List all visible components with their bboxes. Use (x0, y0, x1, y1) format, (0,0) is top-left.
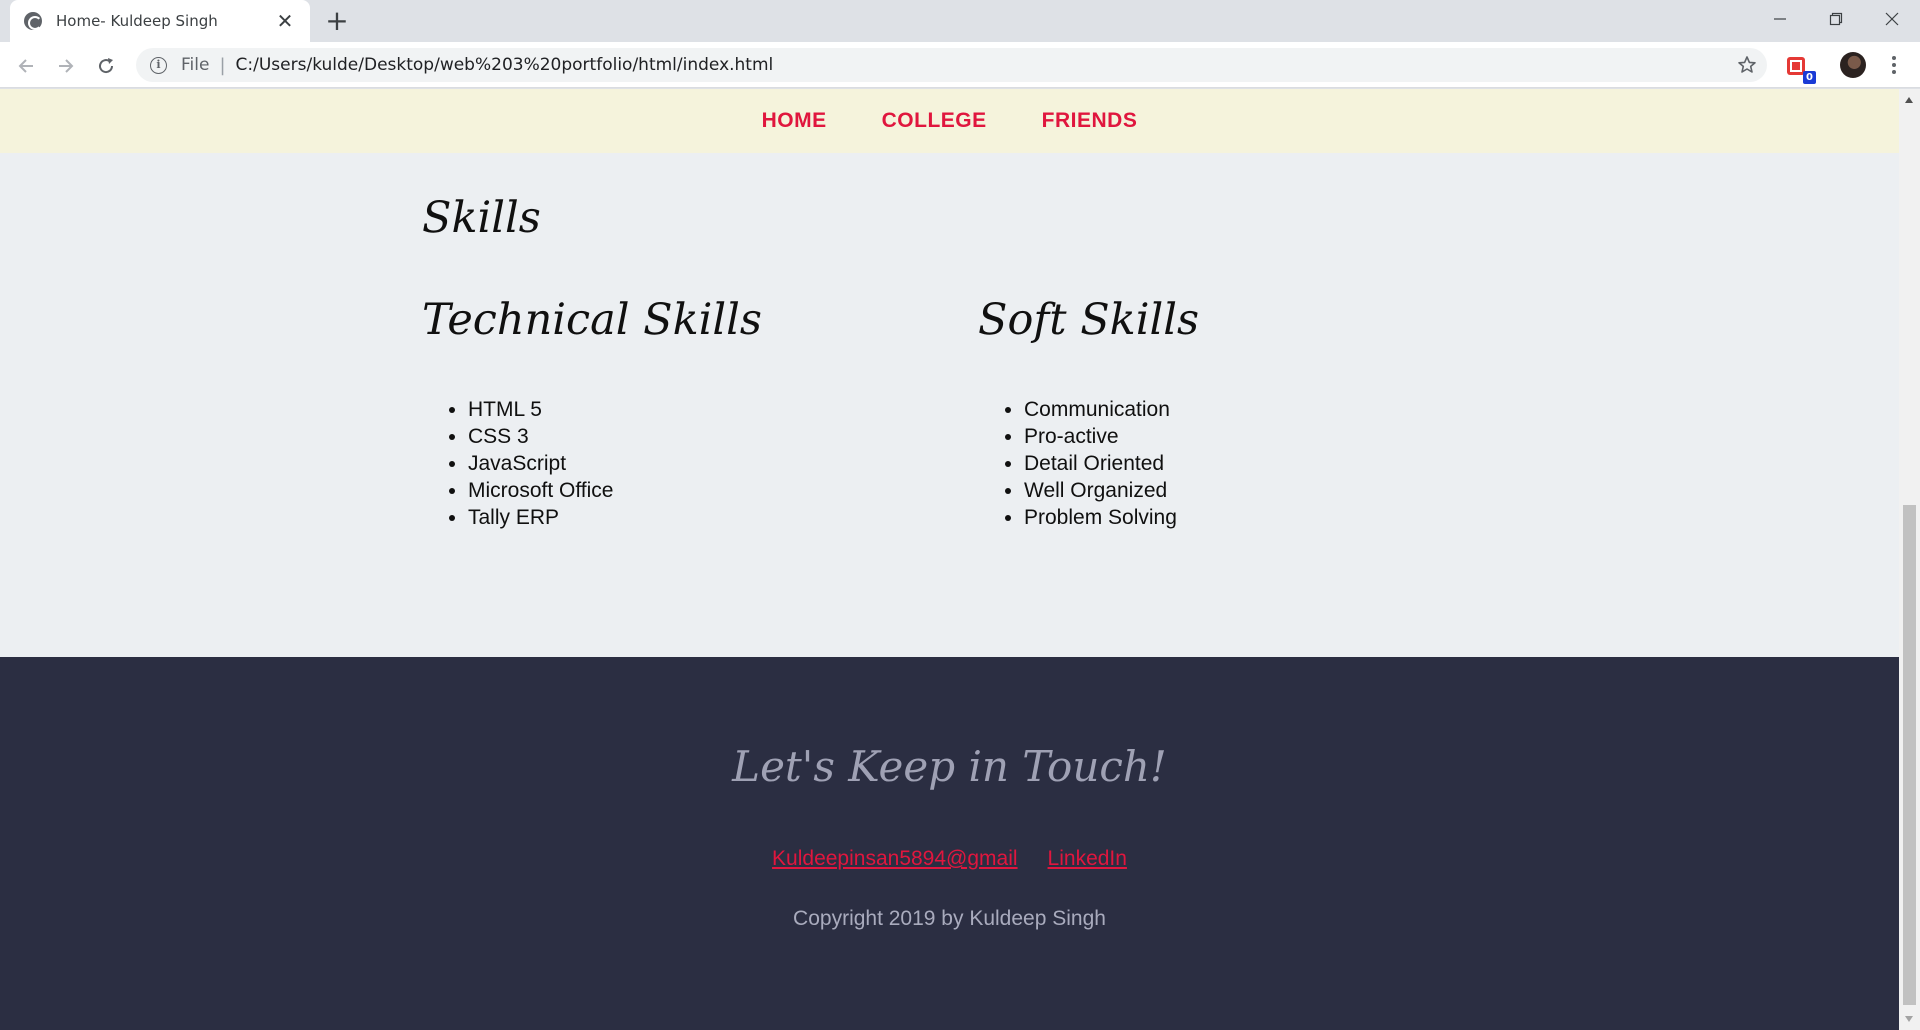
bookmark-star-button[interactable] (1727, 48, 1767, 82)
skills-section: Skills Technical Skills HTML 5 CSS 3 Jav… (0, 153, 1899, 657)
close-icon (1885, 12, 1899, 26)
restore-icon (1829, 12, 1843, 26)
list-item: HTML 5 (468, 396, 613, 423)
list-item: Problem Solving (1024, 504, 1177, 531)
url-text[interactable]: C:/Users/kulde/Desktop/web%203%20portfol… (236, 55, 774, 75)
web-page: HOME COLLEGE FRIENDS Skills Technical Sk… (0, 89, 1899, 1030)
scroll-up-arrow-icon[interactable] (1905, 97, 1913, 103)
site-navbar: HOME COLLEGE FRIENDS (0, 89, 1899, 153)
copyright-text: Copyright 2019 by Kuldeep Singh (793, 907, 1106, 930)
tab-title: Home- Kuldeep Singh (56, 12, 218, 30)
close-tab-icon[interactable]: ✕ (274, 9, 296, 33)
list-item: Well Organized (1024, 477, 1177, 504)
nav-friends-link[interactable]: FRIENDS (1042, 109, 1138, 133)
vertical-scrollbar[interactable] (1899, 89, 1920, 1030)
footer-links: Kuldeepinsan5894@gmail LinkedIn (0, 847, 1899, 871)
email-link[interactable]: Kuldeepinsan5894@gmail (772, 847, 1018, 871)
browser-menu-button[interactable] (1882, 50, 1906, 80)
extension-badge: 0 (1803, 71, 1816, 84)
address-separator: | (219, 54, 226, 76)
footer-heading: Let's Keep in Touch! (732, 742, 1167, 791)
site-footer: Let's Keep in Touch! Kuldeepinsan5894@gm… (0, 657, 1899, 1030)
page-viewport: HOME COLLEGE FRIENDS Skills Technical Sk… (0, 89, 1920, 1030)
linkedin-link[interactable]: LinkedIn (1048, 847, 1127, 871)
arrow-right-icon (59, 59, 74, 73)
arrow-left-icon (18, 59, 33, 73)
tab-strip: Home- Kuldeep Singh ✕ + (0, 0, 1920, 42)
nav-home-link[interactable]: HOME (762, 109, 827, 133)
list-item: Tally ERP (468, 504, 613, 531)
minimize-icon (1774, 18, 1786, 20)
browser-toolbar: i File | C:/Users/kulde/Desktop/web%203%… (0, 42, 1920, 88)
soft-skills-heading: Soft Skills (978, 295, 1200, 345)
minimize-button[interactable] (1752, 0, 1808, 38)
list-item: Microsoft Office (468, 477, 613, 504)
restore-button[interactable] (1808, 0, 1864, 38)
forward-button[interactable] (50, 50, 82, 82)
address-bar[interactable]: i File | C:/Users/kulde/Desktop/web%203%… (136, 48, 1767, 82)
list-item: CSS 3 (468, 423, 613, 450)
list-item: Communication (1024, 396, 1177, 423)
reload-button[interactable] (90, 50, 122, 82)
skills-heading: Skills (422, 193, 541, 243)
window-controls (1752, 0, 1920, 38)
star-icon (1738, 56, 1756, 73)
close-window-button[interactable] (1864, 0, 1920, 38)
reload-icon (99, 58, 114, 74)
list-item: Detail Oriented (1024, 450, 1177, 477)
list-item: Pro-active (1024, 423, 1177, 450)
scroll-down-arrow-icon[interactable] (1905, 1016, 1913, 1022)
nav-college-link[interactable]: COLLEGE (882, 109, 987, 133)
scheme-label: File (181, 55, 210, 75)
back-button[interactable] (10, 50, 42, 82)
extension-button[interactable]: 0 (1784, 54, 1816, 84)
soft-skills-list: Communication Pro-active Detail Oriented… (978, 396, 1177, 531)
profile-avatar[interactable] (1840, 52, 1866, 78)
technical-skills-list: HTML 5 CSS 3 JavaScript Microsoft Office… (422, 396, 613, 531)
globe-icon (24, 12, 42, 30)
info-icon[interactable]: i (150, 56, 167, 74)
scrollbar-thumb[interactable] (1903, 505, 1916, 1005)
browser-tab[interactable]: Home- Kuldeep Singh ✕ (10, 0, 310, 42)
technical-skills-heading: Technical Skills (422, 295, 762, 345)
new-tab-button[interactable]: + (322, 7, 352, 37)
list-item: JavaScript (468, 450, 613, 477)
